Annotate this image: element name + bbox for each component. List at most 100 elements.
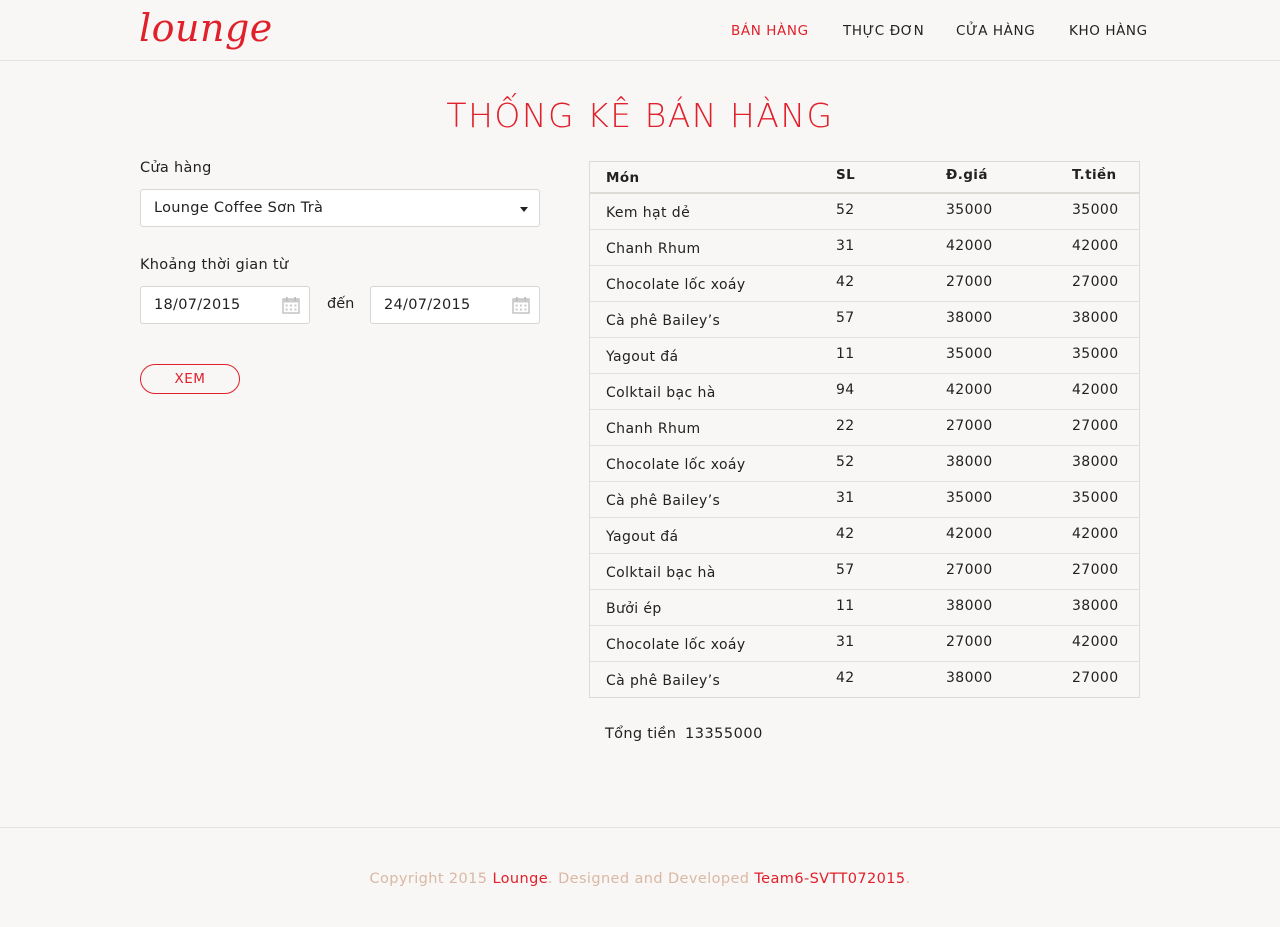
cell-thanh-tien: 38000 (1072, 310, 1119, 326)
table-row: Chanh Rhum 31 42000 42000 (590, 230, 1139, 266)
cell-mon: Cà phê Bailey’s (606, 313, 721, 329)
table-row: Kem hạt dẻ 52 35000 35000 (590, 194, 1139, 230)
cell-don-gia: 42000 (946, 382, 993, 398)
to-date-value: 24/07/2015 (384, 297, 471, 313)
cell-don-gia: 27000 (946, 562, 993, 578)
column-header-sl: SL (836, 167, 856, 183)
cell-sl: 42 (836, 274, 855, 290)
cell-mon: Chocolate lốc xoáy (606, 277, 746, 293)
cell-sl: 22 (836, 418, 855, 434)
cell-thanh-tien: 35000 (1072, 490, 1119, 506)
cell-don-gia: 35000 (946, 346, 993, 362)
cell-sl: 57 (836, 310, 855, 326)
column-header-mon: Món (606, 170, 640, 186)
cell-sl: 52 (836, 202, 855, 218)
table-row: Bưởi ép 11 38000 38000 (590, 590, 1139, 626)
caret-down-icon (520, 207, 528, 212)
table-row: Yagout đá 42 42000 42000 (590, 518, 1139, 554)
cell-mon: Yagout đá (606, 349, 679, 365)
cell-thanh-tien: 42000 (1072, 382, 1119, 398)
column-header-don-gia: Đ.giá (946, 167, 988, 183)
from-date-value: 18/07/2015 (154, 297, 241, 313)
table-row: Colktail bạc hà 94 42000 42000 (590, 374, 1139, 410)
cell-mon: Yagout đá (606, 529, 679, 545)
table-row: Colktail bạc hà 57 27000 27000 (590, 554, 1139, 590)
nav-item-ban-hang[interactable]: BÁN HÀNG (731, 22, 809, 40)
cell-don-gia: 27000 (946, 274, 993, 290)
cell-mon: Chanh Rhum (606, 241, 701, 257)
cell-don-gia: 38000 (946, 670, 993, 686)
table-row: Cà phê Bailey’s 31 35000 35000 (590, 482, 1139, 518)
cell-sl: 57 (836, 562, 855, 578)
footer-middle: . Designed and Developed (548, 871, 755, 887)
calendar-icon[interactable] (512, 296, 530, 314)
cell-thanh-tien: 27000 (1072, 562, 1119, 578)
cell-thanh-tien: 35000 (1072, 346, 1119, 362)
to-label: đến (327, 296, 355, 312)
cell-sl: 42 (836, 526, 855, 542)
top-navbar: lounge BÁN HÀNG THỰC ĐƠN CỬA HÀNG KHO HÀ… (0, 0, 1280, 61)
sales-table: Món SL Đ.giá T.tiền Kem hạt dẻ 52 35000 350… (589, 161, 1140, 698)
footer-brand-link[interactable]: Lounge (492, 871, 548, 887)
table-row: Chanh Rhum 22 27000 27000 (590, 410, 1139, 446)
cell-sl: 31 (836, 238, 855, 254)
period-label: Khoảng thời gian từ (140, 257, 289, 273)
cell-mon: Cà phê Bailey’s (606, 493, 721, 509)
store-select-value: Lounge Coffee Sơn Trà (154, 200, 324, 216)
cell-sl: 11 (836, 346, 855, 362)
page-title: THỐNG KÊ BÁN HÀNG (446, 96, 834, 135)
table-row: Chocolate lốc xoáy 52 38000 38000 (590, 446, 1139, 482)
store-label: Cửa hàng (140, 160, 212, 176)
cell-mon: Chocolate lốc xoáy (606, 637, 746, 653)
cell-sl: 94 (836, 382, 855, 398)
cell-don-gia: 38000 (946, 598, 993, 614)
footer-prefix: Copyright 2015 (369, 871, 493, 887)
to-date-input[interactable]: 24/07/2015 (370, 286, 540, 324)
cell-don-gia: 27000 (946, 418, 993, 434)
footer-copyright: Copyright 2015 Lounge. Designed and Deve… (0, 871, 1280, 887)
footer-team-link[interactable]: Team6-SVTT072015 (754, 871, 905, 887)
cell-mon: Colktail bạc hà (606, 565, 716, 581)
from-date-input[interactable]: 18/07/2015 (140, 286, 310, 324)
column-header-thanh-tien: T.tiền (1072, 167, 1117, 183)
cell-mon: Kem hạt dẻ (606, 205, 691, 221)
cell-don-gia: 27000 (946, 634, 993, 650)
cell-mon: Cà phê Bailey’s (606, 673, 721, 689)
cell-thanh-tien: 27000 (1072, 670, 1119, 686)
cell-don-gia: 42000 (946, 238, 993, 254)
cell-thanh-tien: 38000 (1072, 598, 1119, 614)
footer: Copyright 2015 Lounge. Designed and Deve… (0, 827, 1280, 927)
logo[interactable]: lounge (139, 4, 273, 52)
cell-don-gia: 35000 (946, 490, 993, 506)
cell-mon: Chocolate lốc xoáy (606, 457, 746, 473)
cell-sl: 31 (836, 634, 855, 650)
cell-don-gia: 42000 (946, 526, 993, 542)
cell-mon: Chanh Rhum (606, 421, 701, 437)
cell-thanh-tien: 35000 (1072, 202, 1119, 218)
cell-mon: Colktail bạc hà (606, 385, 716, 401)
cell-thanh-tien: 27000 (1072, 274, 1119, 290)
cell-thanh-tien: 42000 (1072, 634, 1119, 650)
view-button[interactable]: XEM (140, 364, 240, 394)
table-row: Chocolate lốc xoáy 42 27000 27000 (590, 266, 1139, 302)
cell-thanh-tien: 27000 (1072, 418, 1119, 434)
table-row: Chocolate lốc xoáy 31 27000 42000 (590, 626, 1139, 662)
nav-item-cua-hang[interactable]: CỬA HÀNG (956, 22, 1035, 40)
cell-don-gia: 38000 (946, 310, 993, 326)
total-value: 13355000 (685, 726, 763, 742)
cell-thanh-tien: 42000 (1072, 238, 1119, 254)
cell-don-gia: 35000 (946, 202, 993, 218)
footer-suffix: . (905, 871, 911, 887)
calendar-icon[interactable] (282, 296, 300, 314)
cell-don-gia: 38000 (946, 454, 993, 470)
table-row: Yagout đá 11 35000 35000 (590, 338, 1139, 374)
cell-thanh-tien: 38000 (1072, 454, 1119, 470)
table-row: Cà phê Bailey’s 42 38000 27000 (590, 662, 1139, 698)
cell-sl: 11 (836, 598, 855, 614)
cell-sl: 42 (836, 670, 855, 686)
store-select[interactable]: Lounge Coffee Sơn Trà (140, 189, 540, 227)
cell-sl: 52 (836, 454, 855, 470)
total-label: Tổng tiền (605, 726, 677, 742)
nav-item-kho-hang[interactable]: KHO HÀNG (1069, 22, 1148, 40)
nav-item-thuc-don[interactable]: THỰC ĐƠN (843, 22, 924, 40)
